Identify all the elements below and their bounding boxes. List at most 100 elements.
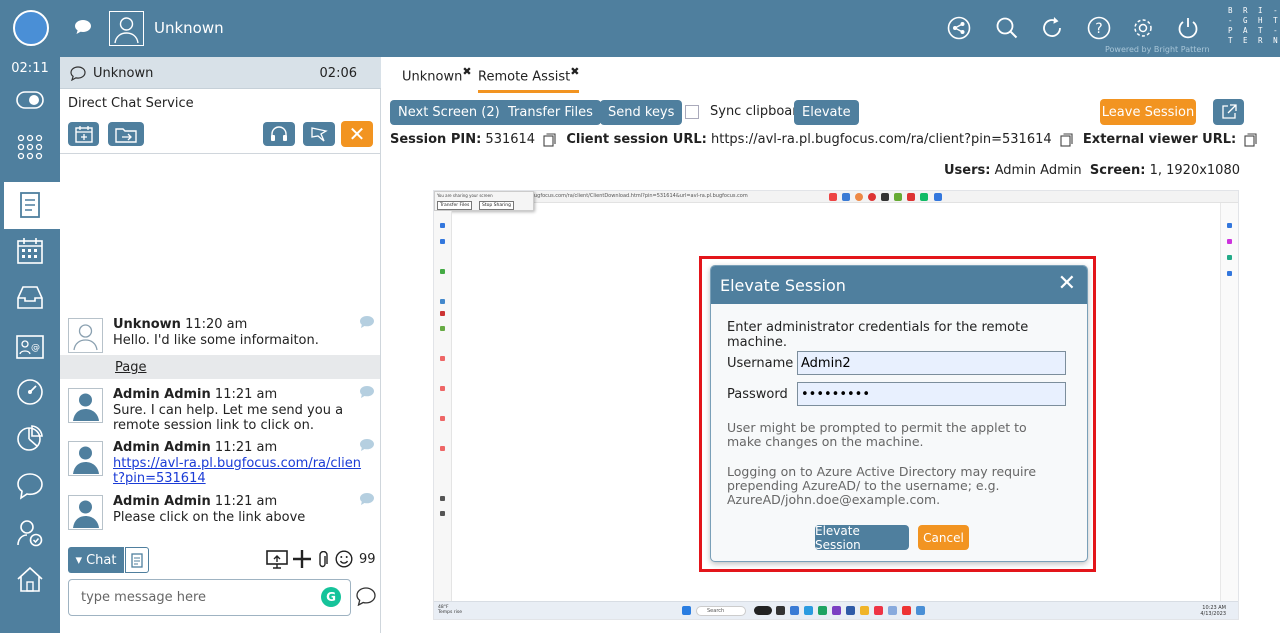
taskbar-app-icon — [846, 606, 855, 615]
toggle-icon[interactable] — [16, 91, 44, 109]
calendar-icon[interactable] — [16, 237, 44, 265]
page-label[interactable]: Page — [115, 360, 146, 375]
brand-logo: B R I - - G H T P A T - T E R N — [1228, 6, 1280, 45]
message-sender: Admin Admin — [113, 440, 211, 455]
remote-app-icon — [1227, 239, 1232, 244]
users-value: Admin Admin — [994, 163, 1082, 178]
remote-app-icon — [440, 239, 445, 244]
message-input[interactable] — [68, 579, 351, 616]
chat-bubble-icon[interactable] — [74, 19, 92, 35]
copy-icon[interactable] — [543, 132, 556, 147]
inbox-icon[interactable] — [16, 284, 44, 310]
taskbar-app-icon — [754, 606, 772, 615]
remote-app-icon — [440, 356, 445, 361]
avatar-icon[interactable] — [109, 11, 144, 46]
taskbar-app-icon — [916, 606, 925, 615]
sync-clipboard-checkbox[interactable] — [685, 105, 699, 119]
taskbar-app-icon — [874, 606, 883, 615]
remote-app-icon — [440, 299, 445, 304]
taskbar-search: Search — [696, 606, 746, 616]
home-icon[interactable] — [16, 565, 44, 593]
end-conversation-button[interactable]: ✕ — [341, 121, 373, 147]
document-button[interactable] — [125, 547, 149, 573]
disposition-button[interactable] — [303, 122, 335, 146]
share-icon[interactable] — [947, 16, 971, 40]
elevate-button[interactable]: Elevate — [794, 100, 859, 125]
remote-right-sidebar — [1220, 203, 1238, 601]
headset-button[interactable] — [263, 122, 295, 146]
session-info: Session PIN: 531614 Client session URL: … — [390, 132, 1263, 147]
conversation-header[interactable]: Unknown 02:06 — [60, 57, 381, 89]
power-icon[interactable] — [1176, 16, 1200, 40]
transfer-folder-button[interactable] — [108, 122, 144, 146]
send-keys-button[interactable]: Send keys — [600, 100, 683, 125]
schedule-button[interactable] — [68, 122, 99, 146]
reports-icon[interactable] — [16, 424, 44, 452]
help-icon[interactable]: ? — [1087, 16, 1111, 40]
message-sender: Admin Admin — [113, 494, 211, 509]
popout-button[interactable] — [1213, 99, 1244, 125]
tab-close-icon[interactable]: ✖ — [570, 65, 579, 78]
remote-app-icon — [440, 416, 445, 421]
transfer-files-button[interactable]: Transfer Files — [500, 100, 601, 125]
chat-mode-button[interactable]: ▾ Chat — [68, 547, 124, 573]
agent-icon[interactable] — [16, 519, 44, 547]
message-bubble-icon — [360, 386, 374, 399]
username-field[interactable] — [797, 351, 1066, 375]
remote-screen[interactable]: ugfocus.com/ra/client/ClientDownload.htm… — [433, 190, 1239, 620]
next-screen-button[interactable]: Next Screen (2) — [390, 100, 508, 125]
conversation-name: Unknown — [93, 66, 154, 81]
message-text: Please click on the link above — [113, 510, 306, 525]
elevate-session-button[interactable]: Elevate Session — [815, 524, 909, 552]
apps-grid-icon[interactable] — [16, 133, 44, 161]
tab-close-icon[interactable]: ✖ — [462, 65, 471, 78]
copy-icon[interactable] — [1244, 132, 1257, 147]
message-time: 11:21 am — [214, 440, 278, 455]
quote-icon[interactable]: 99 — [359, 552, 376, 567]
remote-transfer-files-button[interactable]: Transfer Files — [437, 201, 473, 210]
agent-status-indicator[interactable] — [13, 10, 49, 46]
top-bar: Unknown ? B R I - - G H T P A T - T E R … — [0, 0, 1280, 57]
navigation-rail: 02:11 @ — [0, 57, 60, 633]
session-timer: 02:11 — [11, 61, 49, 76]
close-icon: ✕ — [348, 122, 366, 146]
contacts-icon[interactable]: @ — [16, 335, 44, 359]
taskbar-app-icon — [790, 606, 799, 615]
divider — [60, 153, 380, 154]
copy-icon[interactable] — [1060, 132, 1073, 147]
close-icon[interactable]: ✕ — [1058, 273, 1076, 295]
emoji-icon[interactable] — [335, 550, 353, 568]
message-sender: Unknown — [113, 317, 181, 332]
paperclip-icon[interactable] — [318, 551, 328, 569]
gear-icon[interactable] — [1131, 16, 1155, 40]
page-link-row[interactable]: Page — [60, 355, 380, 379]
grammarly-icon[interactable]: G — [321, 587, 341, 607]
dialog-header: Elevate Session ✕ — [711, 266, 1087, 304]
refresh-icon[interactable] — [1040, 16, 1064, 40]
send-chat-icon[interactable] — [356, 587, 376, 606]
windows-start-icon — [682, 606, 691, 615]
powered-by-label: Powered by Bright Pattern — [1105, 45, 1210, 54]
extension-icon — [934, 193, 942, 201]
search-icon[interactable] — [995, 16, 1019, 40]
chat-bubble-icon — [70, 66, 86, 81]
extension-icon — [829, 193, 837, 201]
chat-icon[interactable] — [16, 472, 44, 500]
flag-icon — [310, 126, 328, 143]
screen-share-icon[interactable] — [266, 550, 288, 570]
session-link[interactable]: https://avl-ra.pl.bugfocus.com/ra/client… — [113, 456, 361, 486]
chat-mode-label: Chat — [86, 552, 117, 568]
password-field[interactable] — [797, 382, 1066, 406]
sync-clipboard-label: Sync clipboard — [710, 104, 806, 119]
tab-unknown[interactable]: Unknown✖ — [402, 65, 472, 90]
message-bubble-icon — [360, 316, 374, 329]
cancel-button[interactable]: Cancel — [918, 525, 969, 550]
documents-icon[interactable] — [16, 190, 44, 220]
headset-icon — [270, 125, 288, 143]
dialog-instruction: Enter administrator credentials for the … — [727, 320, 1029, 350]
tab-remote-assist[interactable]: Remote Assist✖ — [478, 65, 580, 94]
stop-sharing-button[interactable]: Stop Sharing — [479, 201, 514, 210]
plus-icon[interactable] — [292, 549, 312, 569]
leave-session-button[interactable]: Leave Session — [1100, 99, 1196, 125]
dashboard-icon[interactable] — [16, 378, 44, 406]
